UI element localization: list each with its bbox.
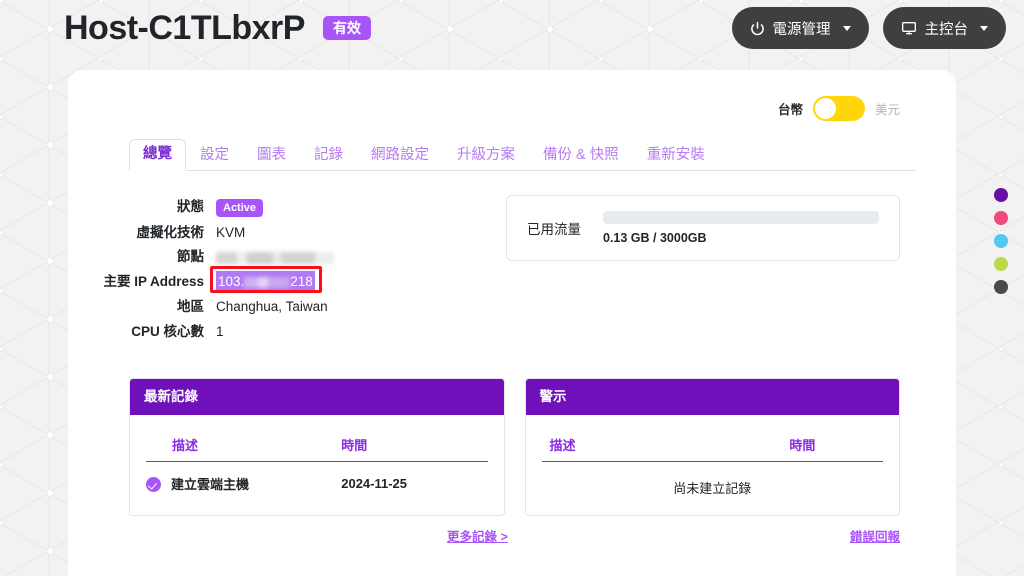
status-badge-valid: 有效	[323, 16, 371, 41]
latest-log-panel: 最新記錄 描述 時間 建立雲端主機 2024-1	[129, 378, 505, 516]
dot-purple[interactable]	[994, 188, 1008, 202]
detail-label-node: 節點	[68, 245, 216, 265]
tab-bar: 總覽 設定 圖表 記錄 網路設定 升級方案 備份 & 快照 重新安裝	[129, 139, 916, 171]
power-management-label: 電源管理	[773, 18, 831, 39]
detail-row-ip-address: 主要 IP Address 103. 218	[68, 270, 488, 292]
ip-address-selected-text: 103. 218	[216, 271, 315, 292]
bandwidth-card: 已用流量 0.13 GB / 3000GB	[506, 195, 900, 261]
tab-overview[interactable]: 總覽	[129, 139, 186, 172]
detail-row-status: 狀態 Active	[68, 195, 488, 217]
detail-row-cpu-cores: CPU 核心數 1	[68, 320, 488, 341]
detail-row-virtualization: 虛擬化技術 KVM	[68, 221, 488, 242]
alert-empty-message: 尚未建立記錄	[542, 462, 884, 497]
log-row-description: 建立雲端主機	[171, 477, 249, 492]
tab-settings[interactable]: 設定	[186, 142, 243, 171]
alert-panel: 警示 描述 時間 尚未建立記錄	[525, 378, 901, 516]
bandwidth-label: 已用流量	[527, 218, 581, 238]
currency-label-twd: 台幣	[778, 99, 803, 118]
overview-top-section: 狀態 Active 虛擬化技術 KVM 節點 主要 IP Address	[68, 195, 956, 344]
tab-charts[interactable]: 圖表	[243, 142, 300, 171]
tab-reinstall[interactable]: 重新安裝	[633, 142, 719, 171]
detail-value-cpu-cores: 1	[216, 322, 224, 341]
detail-value-region: Changhua, Taiwan	[216, 297, 328, 316]
bandwidth-meter: 0.13 GB / 3000GB	[603, 211, 879, 245]
page-header: Host-C1TLbxrP 有效 電源管理 主控台	[0, 0, 1024, 56]
dot-green[interactable]	[994, 257, 1008, 271]
bandwidth-progress-track	[603, 211, 879, 224]
detail-row-node: 節點	[68, 245, 488, 266]
main-content-card: 台幣 美元 總覽 設定 圖表 記錄 網路設定 升級方案 備份 & 快照 重新安裝…	[68, 70, 956, 576]
console-button[interactable]: 主控台	[883, 7, 1007, 49]
toggle-knob	[815, 98, 836, 119]
currency-toggle[interactable]	[813, 96, 865, 121]
column-header-description: 描述	[542, 429, 722, 462]
chevron-down-icon	[980, 26, 988, 31]
redacted-node-value	[216, 252, 334, 264]
redacted-ip-middle	[244, 277, 290, 288]
latest-log-title: 最新記錄	[130, 379, 504, 415]
error-report-link[interactable]: 錯誤回報	[850, 526, 900, 545]
detail-label-cpu-cores: CPU 核心數	[68, 320, 216, 340]
detail-row-region: 地區 Changhua, Taiwan	[68, 295, 488, 316]
status-badge-active: Active	[216, 199, 263, 217]
tab-network-settings[interactable]: 網路設定	[357, 142, 443, 171]
tab-backup-snapshot[interactable]: 備份 & 快照	[529, 142, 633, 171]
more-logs-link[interactable]: 更多記錄 >	[447, 526, 508, 545]
bottom-panels: 最新記錄 描述 時間 建立雲端主機 2024-1	[129, 378, 900, 516]
detail-label-region: 地區	[68, 295, 216, 315]
column-header-time: 時間	[722, 429, 883, 462]
dot-gray[interactable]	[994, 280, 1008, 294]
currency-label-usd: 美元	[875, 99, 900, 118]
server-detail-list: 狀態 Active 虛擬化技術 KVM 節點 主要 IP Address	[68, 195, 488, 344]
power-icon	[750, 21, 765, 36]
detail-label-status: 狀態	[68, 195, 216, 215]
detail-value-virtualization: KVM	[216, 223, 245, 242]
alert-table: 描述 時間	[542, 429, 884, 462]
detail-label-virtualization: 虛擬化技術	[68, 221, 216, 241]
monitor-icon	[901, 20, 917, 36]
table-header-row: 描述 時間	[146, 429, 488, 462]
detail-label-ip-address: 主要 IP Address	[68, 270, 216, 290]
ip-address-value[interactable]: 103. 218	[216, 271, 315, 292]
footer-links: 更多記錄 > 錯誤回報	[129, 526, 900, 545]
table-row: 建立雲端主機 2024-11-25	[146, 462, 488, 498]
header-actions: 電源管理 主控台	[732, 7, 1007, 49]
latest-log-table: 描述 時間 建立雲端主機 2024-11-25	[146, 429, 488, 497]
latest-log-body: 描述 時間 建立雲端主機 2024-11-25	[130, 415, 504, 515]
dot-blue[interactable]	[994, 234, 1008, 248]
alert-panel-body: 描述 時間 尚未建立記錄	[526, 415, 900, 515]
currency-toggle-row: 台幣 美元	[68, 70, 956, 121]
console-label: 主控台	[925, 18, 969, 39]
column-header-description: 描述	[146, 429, 337, 462]
page-title: Host-C1TLbxrP	[64, 11, 305, 45]
chevron-down-icon	[843, 26, 851, 31]
alert-panel-title: 警示	[526, 379, 900, 415]
ip-prefix: 103.	[218, 274, 244, 289]
color-dot-strip	[994, 188, 1008, 294]
ip-suffix: 218	[290, 274, 313, 289]
check-circle-icon	[146, 477, 161, 492]
power-management-button[interactable]: 電源管理	[732, 7, 869, 49]
column-header-time: 時間	[337, 429, 487, 462]
title-group: Host-C1TLbxrP 有效	[64, 11, 371, 45]
log-row-time: 2024-11-25	[337, 462, 487, 498]
bandwidth-usage-text: 0.13 GB / 3000GB	[603, 231, 879, 245]
tab-logs[interactable]: 記錄	[300, 142, 357, 171]
table-header-row: 描述 時間	[542, 429, 884, 462]
tab-upgrade-plan[interactable]: 升級方案	[443, 142, 529, 171]
dot-pink[interactable]	[994, 211, 1008, 225]
